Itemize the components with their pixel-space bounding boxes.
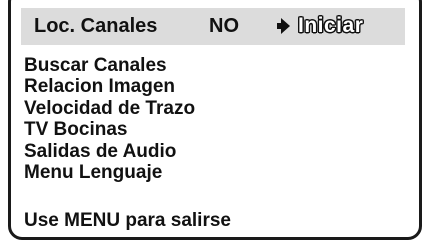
- menu-item-salidas-de-audio[interactable]: Salidas de Audio: [24, 141, 195, 162]
- play-arrow-icon: [277, 18, 290, 34]
- exit-hint: Use MENU para salirse: [24, 210, 231, 231]
- menu-item-velocidad-de-trazo[interactable]: Velocidad de Trazo: [24, 98, 195, 119]
- menu-item-relacion-imagen[interactable]: Relacion Imagen: [24, 76, 195, 97]
- menu-item-loc-canales-selected[interactable]: Loc. Canales NO Iniciar: [21, 8, 405, 45]
- setting-value: NO: [209, 15, 239, 37]
- menu-item-tv-bocinas[interactable]: TV Bocinas: [24, 119, 195, 140]
- menu-item-menu-lenguaje[interactable]: Menu Lenguaje: [24, 162, 195, 183]
- start-action[interactable]: Iniciar: [298, 14, 363, 37]
- menu-list: Buscar Canales Relacion Imagen Velocidad…: [24, 55, 195, 183]
- menu-item-label: Loc. Canales: [34, 15, 158, 37]
- menu-item-buscar-canales[interactable]: Buscar Canales: [24, 55, 195, 76]
